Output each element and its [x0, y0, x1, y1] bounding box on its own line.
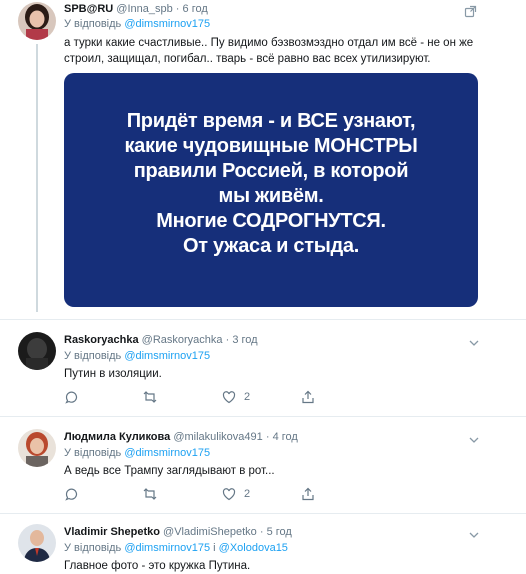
image-text-line: Придёт время - и ВСЕ узнают, — [126, 110, 416, 132]
reply-context: У відповідь @dimsmirnov175 — [64, 18, 211, 30]
tweet-text: а турки какие счастливые.. Пу видимо бэз… — [64, 37, 474, 65]
avatar-man-suit-image — [18, 524, 56, 562]
reply-context: У відповідь @dimsmirnov175 — [64, 350, 211, 362]
share-button[interactable] — [301, 388, 315, 406]
chevron-down-icon[interactable] — [468, 335, 480, 346]
retweet-icon — [143, 391, 157, 403]
like-button[interactable]: 2 — [222, 485, 250, 503]
display-name[interactable]: SPB@RU — [64, 3, 113, 15]
reply-mention-link[interactable]: @dimsmirnov175 — [124, 18, 210, 30]
timestamp[interactable]: 5 год — [267, 526, 292, 538]
separator: · — [175, 3, 180, 15]
image-text-line: какие чудовищные МОНСТРЫ — [124, 135, 418, 157]
retweet-button[interactable] — [143, 388, 157, 406]
reply-context: У відповідь @dimsmirnov175 і @Xolodova15 — [64, 542, 288, 554]
separator: · — [225, 334, 230, 346]
tweet-image[interactable]: Придёт время - и ВСЕ узнают, какие чудов… — [64, 73, 478, 307]
avatar[interactable] — [18, 2, 56, 40]
reply-mention-link[interactable]: @dimsmirnov175 — [124, 350, 210, 362]
chevron-down-icon[interactable] — [468, 527, 480, 538]
separator: · — [259, 526, 264, 538]
tweet-text: А ведь все Трампу заглядывают в рот... — [64, 465, 275, 477]
display-name[interactable]: Vladimir Shepetko — [64, 526, 160, 538]
timestamp[interactable]: 6 год — [183, 3, 208, 15]
image-text-line: От ужаса и стыда. — [183, 235, 359, 257]
like-button[interactable]: 2 — [222, 388, 250, 406]
retweet-icon — [143, 488, 157, 500]
share-button[interactable] — [301, 485, 315, 503]
tweet-2[interactable]: Raskoryachka @Raskoryachka · 3 год У від… — [0, 320, 526, 417]
like-count: 2 — [244, 488, 251, 500]
handle[interactable]: @milakulikova491 — [173, 431, 262, 443]
chevron-down-icon[interactable] — [468, 432, 480, 443]
thread-line — [36, 44, 38, 312]
image-text-line: мы живём. — [218, 185, 324, 207]
tweet-header: Raskoryachka @Raskoryachka · 3 год — [64, 332, 258, 348]
display-name[interactable]: Людмила Куликова — [64, 431, 170, 443]
tweet-4[interactable]: Vladimir Shepetko @VladimiShepetko · 5 г… — [0, 514, 526, 574]
separator: · — [265, 431, 270, 443]
share-icon — [302, 390, 314, 404]
display-name[interactable]: Raskoryachka — [64, 334, 139, 346]
tweet-1[interactable]: SPB@RU @Inna_spb · 6 год У відповідь @di… — [0, 0, 526, 320]
handle[interactable]: @VladimiShepetko — [163, 526, 257, 538]
reply-context: У відповідь @dimsmirnov175 — [64, 447, 211, 459]
reply-mention-link-2[interactable]: @Xolodova15 — [219, 542, 288, 554]
avatar-woman-red-hair-image — [18, 429, 56, 467]
avatar[interactable] — [18, 332, 56, 370]
avatar[interactable] — [18, 429, 56, 467]
tweet-3[interactable]: Людмила Куликова @milakulikova491 · 4 го… — [0, 417, 526, 514]
handle[interactable]: @Raskoryachka — [142, 334, 223, 346]
image-text-block: Придёт время - и ВСЕ узнают, какие чудов… — [64, 109, 478, 259]
timestamp[interactable]: 3 год — [232, 334, 257, 346]
reply-mention-link[interactable]: @dimsmirnov175 — [124, 542, 210, 554]
image-text-line: правили Россией, в которой — [133, 160, 409, 182]
tweet-text: Путин в изоляции. — [64, 368, 162, 380]
reply-icon — [65, 391, 78, 404]
tweet-text: Главное фото - это кружка Путина. — [64, 560, 251, 572]
tweet-header: SPB@RU @Inna_spb · 6 год — [64, 1, 208, 17]
avatar[interactable] — [18, 524, 56, 562]
reply-button[interactable] — [64, 388, 78, 406]
handle[interactable]: @Inna_spb — [116, 3, 172, 15]
image-text-line: Многие СОДРОГНУТСЯ. — [156, 210, 386, 232]
tweet-header: Vladimir Shepetko @VladimiShepetko · 5 г… — [64, 524, 292, 540]
reply-icon — [65, 488, 78, 501]
timestamp[interactable]: 4 год — [273, 431, 298, 443]
heart-icon — [222, 488, 236, 501]
reply-button[interactable] — [64, 485, 78, 503]
retweet-button[interactable] — [143, 485, 157, 503]
like-count: 2 — [244, 391, 251, 403]
reply-mention-link[interactable]: @dimsmirnov175 — [124, 447, 210, 459]
avatar-woman-dark-hair-image — [18, 2, 56, 40]
avatar-dark-photo-image — [18, 332, 56, 370]
heart-icon — [222, 391, 236, 404]
share-icon — [302, 487, 314, 501]
tweet-header: Людмила Куликова @milakulikova491 · 4 го… — [64, 429, 298, 445]
detach-icon[interactable] — [464, 4, 478, 18]
